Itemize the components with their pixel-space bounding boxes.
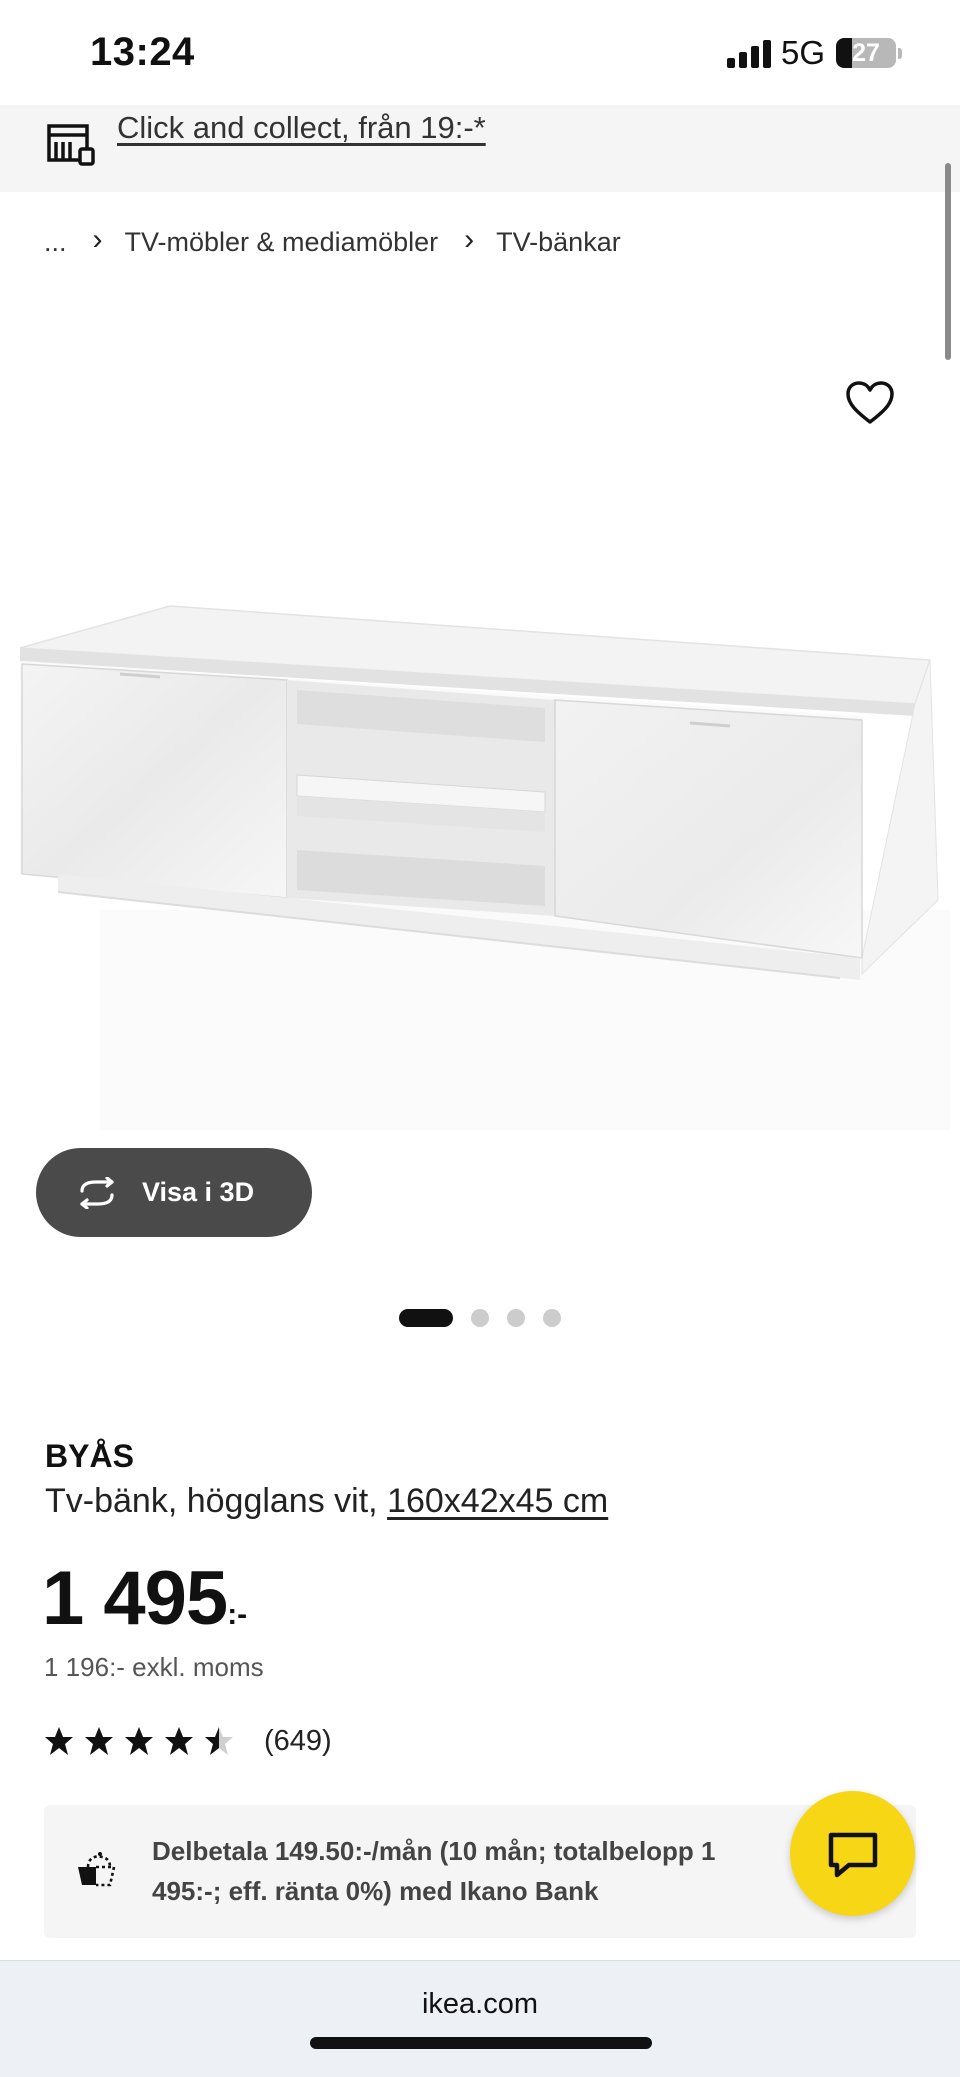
- breadcrumb-item-tv-benches[interactable]: TV-bänkar: [496, 227, 621, 258]
- carousel-dot[interactable]: [399, 1309, 453, 1327]
- product-dimensions-link[interactable]: 160x42x45 cm: [387, 1482, 608, 1520]
- product-image[interactable]: [0, 590, 960, 1140]
- signal-icon: [727, 38, 771, 68]
- product-description: Tv-bänk, högglans vit, 160x42x45 cm: [45, 1482, 608, 1521]
- heart-icon[interactable]: [845, 380, 895, 426]
- product-price: 1 495:-: [42, 1555, 247, 1642]
- star-icon: [45, 1727, 73, 1755]
- chevron-right-icon: ›: [464, 223, 475, 256]
- view-3d-button[interactable]: Visa i 3D: [36, 1148, 312, 1237]
- view-3d-label: Visa i 3D: [142, 1177, 255, 1207]
- financing-box[interactable]: Delbetala 149.50:-/mån (10 mån; totalbel…: [44, 1805, 916, 1938]
- carousel-dots: [399, 1309, 579, 1327]
- url-display[interactable]: ikea.com: [0, 1988, 960, 2021]
- rating-stars: [44, 1726, 244, 1756]
- star-icon: [205, 1727, 233, 1755]
- carousel-dot[interactable]: [471, 1309, 489, 1327]
- price-excl-vat: 1 196:- exkl. moms: [44, 1652, 264, 1682]
- product-type: Tv-bänk, högglans vit,: [45, 1482, 378, 1520]
- rotate-icon: [80, 1176, 114, 1209]
- breadcrumb-item-tv-furniture[interactable]: TV-möbler & mediamöbler: [125, 227, 439, 258]
- battery-level: 27: [852, 39, 880, 67]
- carousel-dot[interactable]: [507, 1309, 525, 1327]
- status-time: 13:24: [90, 30, 195, 74]
- star-icon: [85, 1727, 113, 1755]
- piggy-bank-icon: [78, 1852, 116, 1887]
- store-icon: [47, 124, 95, 166]
- browser-bar: ikea.com: [0, 1960, 960, 2077]
- chat-button[interactable]: [790, 1791, 915, 1916]
- breadcrumb-item-more[interactable]: ...: [44, 227, 67, 258]
- chevron-right-icon: ›: [92, 223, 103, 256]
- scrollbar[interactable]: [945, 163, 951, 360]
- breadcrumb: ... › TV-möbler & mediamöbler › TV-bänka…: [44, 222, 621, 262]
- home-indicator[interactable]: [310, 2037, 652, 2049]
- financing-text: Delbetala 149.50:-/mån (10 mån; totalbel…: [152, 1836, 716, 1906]
- battery-icon: 27: [836, 38, 896, 68]
- star-icon: [165, 1727, 193, 1755]
- click-collect-link[interactable]: Click and collect, från 19:-*: [117, 110, 486, 146]
- carousel-dot[interactable]: [543, 1309, 561, 1327]
- price-suffix: :-: [227, 1598, 248, 1631]
- status-bar: 13:24 5G 27: [0, 0, 960, 105]
- review-count: (649): [264, 1724, 332, 1757]
- network-label: 5G: [781, 34, 826, 71]
- chat-icon: [828, 1832, 878, 1878]
- product-name: BYÅS: [45, 1438, 134, 1474]
- product-rating[interactable]: (649): [44, 1721, 332, 1761]
- price-value: 1 495: [42, 1556, 228, 1641]
- star-icon: [125, 1727, 153, 1755]
